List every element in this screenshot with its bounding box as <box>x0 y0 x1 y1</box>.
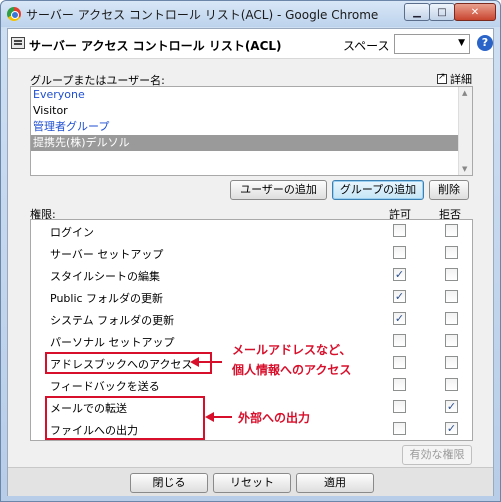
annotation-text-address-2: 個人情報へのアクセス <box>232 363 352 377</box>
window-title: サーバー アクセス コントロール リスト(ACL) - Google Chrom… <box>26 8 379 22</box>
external-link-icon <box>437 72 447 84</box>
close-button[interactable]: 閉じる <box>130 473 208 493</box>
allow-checkbox[interactable]: ✓ <box>393 268 406 281</box>
add-user-button[interactable]: ユーザーの追加 <box>230 180 327 200</box>
page-title: サーバー アクセス コントロール リスト(ACL) <box>29 39 282 53</box>
add-group-button[interactable]: グループの追加 <box>332 180 424 200</box>
table-row: ログイン <box>31 220 472 242</box>
dialog-footer: 閉じる リセット 適用 <box>8 467 493 496</box>
table-row: システム フォルダの更新 ✓ <box>31 308 472 330</box>
allow-checkbox[interactable] <box>393 334 406 347</box>
annotation-arrow-head <box>190 357 199 367</box>
allow-checkbox[interactable]: ✓ <box>393 290 406 303</box>
allow-checkbox[interactable] <box>393 246 406 259</box>
permission-name: システム フォルダの更新 <box>50 314 175 327</box>
permission-name: ログイン <box>50 226 94 239</box>
list-item[interactable]: Visitor <box>31 103 472 119</box>
scroll-up-icon[interactable]: ▲ <box>462 89 467 97</box>
table-row: Public フォルダの更新 ✓ <box>31 286 472 308</box>
detail-link[interactable]: 詳細 <box>437 71 472 87</box>
acl-list-icon <box>11 37 25 49</box>
list-item[interactable]: 管理者グループ <box>31 119 472 135</box>
scroll-down-icon[interactable]: ▼ <box>462 165 467 173</box>
annotation-box-export <box>45 396 205 440</box>
annotation-box-address <box>45 352 212 374</box>
space-select[interactable]: ▼ <box>394 34 470 54</box>
allow-checkbox[interactable] <box>393 224 406 237</box>
deny-checkbox[interactable] <box>445 356 458 369</box>
space-label: スペース <box>343 39 390 53</box>
list-scrollbar[interactable]: ▲ ▼ <box>458 87 472 175</box>
deny-checkbox[interactable] <box>445 246 458 259</box>
deny-checkbox[interactable]: ✓ <box>445 422 458 435</box>
permissions-list: ログイン サーバー セットアップ スタイルシートの編集 ✓ Public フォル… <box>30 219 473 441</box>
deny-checkbox[interactable] <box>445 312 458 325</box>
permission-name: スタイルシートの編集 <box>50 270 160 283</box>
apply-button[interactable]: 適用 <box>296 473 374 493</box>
deny-checkbox[interactable] <box>445 378 458 391</box>
list-item-selected[interactable]: 提携先(株)デルソル <box>31 135 458 151</box>
maximize-button[interactable]: □ <box>429 3 455 21</box>
chrome-window: サーバー アクセス コントロール リスト(ACL) - Google Chrom… <box>0 0 501 502</box>
annotation-text-address-1: メールアドレスなど、 <box>232 343 352 357</box>
deny-checkbox[interactable] <box>445 334 458 347</box>
chevron-down-icon: ▼ <box>458 38 465 48</box>
allow-checkbox[interactable] <box>393 400 406 413</box>
deny-checkbox[interactable]: ✓ <box>445 400 458 413</box>
window-titlebar[interactable]: サーバー アクセス コントロール リスト(ACL) - Google Chrom… <box>1 1 500 27</box>
permission-name: パーソナル セットアップ <box>50 336 175 349</box>
deny-checkbox[interactable] <box>445 290 458 303</box>
reset-button[interactable]: リセット <box>213 473 291 493</box>
table-row: スタイルシートの編集 ✓ <box>31 264 472 286</box>
permission-name: フィードバックを送る <box>50 380 160 393</box>
delete-button[interactable]: 削除 <box>429 180 469 200</box>
allow-checkbox[interactable] <box>393 356 406 369</box>
deny-checkbox[interactable] <box>445 224 458 237</box>
minimize-button[interactable]: ▁ <box>404 3 430 21</box>
allow-checkbox[interactable]: ✓ <box>393 312 406 325</box>
group-user-list[interactable]: Everyone Visitor 管理者グループ 提携先(株)デルソル ▲ ▼ <box>30 86 473 176</box>
list-item[interactable]: Everyone <box>31 87 472 103</box>
help-icon[interactable]: ? <box>477 35 493 51</box>
detail-link-label: 詳細 <box>450 73 472 86</box>
dialog-header: サーバー アクセス コントロール リスト(ACL) スペース ▼ ? <box>8 29 493 59</box>
permission-name: Public フォルダの更新 <box>50 292 164 305</box>
allow-checkbox[interactable] <box>393 378 406 391</box>
annotation-arrow-head <box>205 412 214 422</box>
chrome-icon <box>7 7 21 21</box>
table-row: サーバー セットアップ <box>31 242 472 264</box>
deny-checkbox[interactable] <box>445 268 458 281</box>
acl-dialog: サーバー アクセス コントロール リスト(ACL) スペース ▼ ? グループま… <box>7 28 494 496</box>
effective-permissions-button[interactable]: 有効な権限 <box>402 445 472 465</box>
close-window-button[interactable]: ✕ <box>454 3 496 21</box>
allow-checkbox[interactable] <box>393 422 406 435</box>
permission-name: サーバー セットアップ <box>50 248 164 261</box>
annotation-text-export: 外部への出力 <box>238 411 311 425</box>
